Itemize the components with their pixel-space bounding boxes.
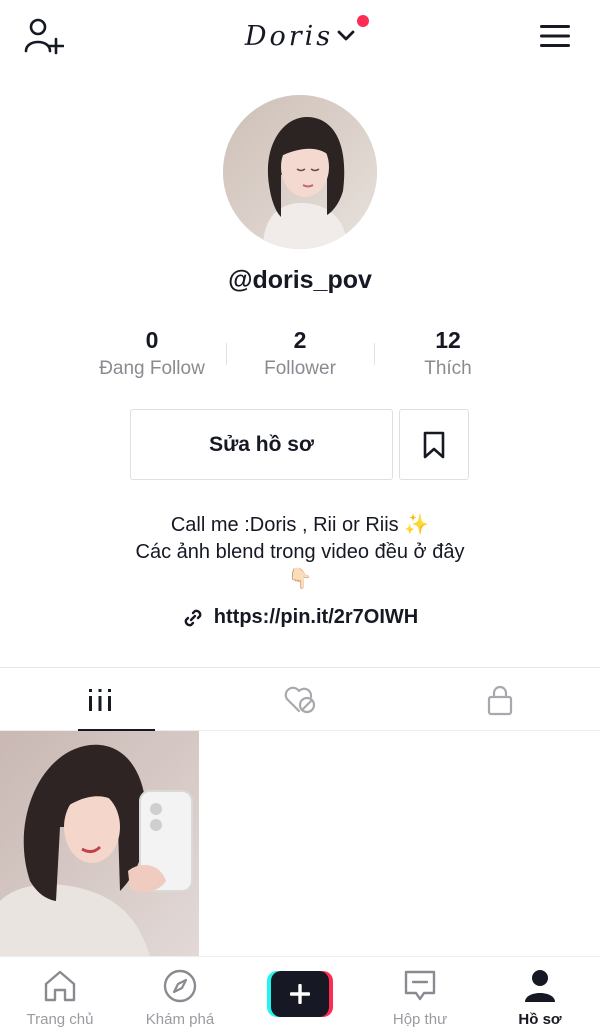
nav-home[interactable]: Trang chủ: [0, 957, 120, 1035]
profile-bio: Call me :Doris , Rii or Riis ✨ Các ảnh b…: [0, 512, 600, 594]
bio-line-1: Call me :Doris , Rii or Riis ✨: [170, 514, 430, 536]
stat-likes-label: Thích: [424, 358, 472, 379]
stat-following[interactable]: 0 Đang Follow: [78, 325, 226, 385]
lock-icon: [487, 685, 513, 715]
create-button[interactable]: [267, 971, 333, 1017]
nav-profile[interactable]: Hồ sơ: [480, 957, 600, 1035]
account-title: Doris: [244, 20, 334, 52]
pointing-down-emoji: 👇🏻: [287, 568, 313, 590]
chevron-down-icon: [337, 30, 355, 41]
stat-followers-label: Follower: [264, 358, 336, 379]
nav-discover-label: Khám phá: [145, 1011, 215, 1028]
stat-likes[interactable]: 12 Thích: [374, 325, 522, 385]
profile-avatar[interactable]: [223, 95, 377, 249]
menu-button[interactable]: [532, 14, 578, 58]
bookmark-icon: [423, 431, 445, 458]
profile-icon: [525, 970, 555, 1002]
nav-inbox[interactable]: Hộp thư: [360, 957, 480, 1035]
sparkle-emoji: ✨: [404, 514, 430, 536]
notification-dot: [357, 14, 370, 27]
inbox-icon: [404, 970, 436, 1001]
bio-line-2: Các ảnh blend trong video đều ở đây: [135, 541, 465, 563]
tab-liked[interactable]: [200, 668, 400, 731]
video-thumbnail[interactable]: [0, 731, 199, 957]
bottom-navigation: Trang chủ Khám phá Hộp thư Hồ sơ: [0, 956, 600, 1035]
stat-followers-value: 2: [293, 327, 307, 353]
nav-profile-label: Hồ sơ: [518, 1011, 562, 1028]
tab-videos[interactable]: [0, 668, 200, 732]
stat-following-label: Đang Follow: [99, 358, 205, 379]
avatar-photo: [223, 95, 377, 249]
stat-likes-value: 12: [435, 327, 461, 353]
profile-link[interactable]: https://pin.it/2r7OIWH: [0, 606, 600, 629]
content-tabs: [0, 667, 600, 732]
tab-private[interactable]: [400, 668, 600, 731]
username: @doris_pov: [228, 266, 372, 294]
top-bar: Doris: [0, 0, 600, 72]
compass-icon: [163, 969, 197, 1003]
profile-link-text: https://pin.it/2r7OIWH: [213, 606, 419, 628]
video-thumbnail-image: [0, 731, 199, 957]
nav-discover[interactable]: Khám phá: [120, 957, 240, 1035]
profile-stats: 0 Đang Follow 2 Follower 12 Thích: [78, 325, 522, 385]
bookmarks-button[interactable]: [399, 409, 469, 480]
hidden-heart-icon: [284, 686, 316, 713]
stat-following-value: 0: [145, 327, 159, 353]
edit-profile-button[interactable]: Sửa hồ sơ: [130, 409, 393, 480]
home-icon: [44, 970, 76, 1002]
nav-home-label: Trang chủ: [26, 1011, 94, 1028]
create-plus-icon: [290, 984, 310, 1004]
account-switcher[interactable]: Doris: [0, 14, 600, 56]
nav-create[interactable]: [240, 957, 360, 1035]
stat-divider: [226, 343, 227, 365]
stat-divider: [374, 343, 375, 365]
create-button-core: [271, 971, 329, 1017]
link-icon: [184, 609, 202, 626]
grid-icon: [89, 688, 111, 711]
stat-followers[interactable]: 2 Follower: [226, 325, 374, 385]
hamburger-menu-icon: [540, 25, 570, 47]
nav-inbox-label: Hộp thư: [392, 1011, 448, 1028]
